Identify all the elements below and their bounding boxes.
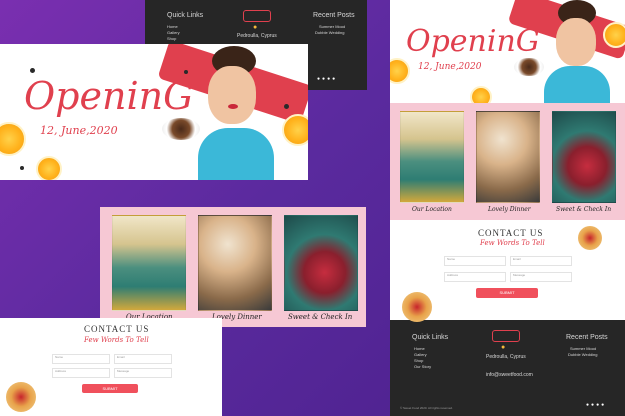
submit-button[interactable]: SUBMIT: [82, 384, 138, 393]
email-field[interactable]: Email: [114, 354, 172, 364]
name-field[interactable]: Name: [444, 256, 506, 266]
photo-our-location[interactable]: [112, 215, 186, 311]
logo: [492, 330, 520, 342]
caption-lovely-dinner: Lovely Dinner: [488, 206, 531, 213]
footer-email[interactable]: info@sweetfood.com: [486, 372, 533, 378]
contact-title: CONTACT US: [84, 324, 150, 334]
recent-posts-title: Recent Posts: [566, 334, 608, 341]
cake-plate: [162, 118, 200, 140]
copyright: © Sweet Food 2020. All rights reserved.: [400, 406, 453, 410]
caption-sweet-check-in: Sweet & Check In: [288, 313, 353, 321]
hero-card-left: OpeninG 12, June,2020: [0, 44, 308, 180]
location-icon: ●: [501, 344, 506, 351]
address-field[interactable]: Address: [444, 272, 506, 282]
submit-button[interactable]: SUBMIT: [476, 288, 538, 298]
quick-link-gallery[interactable]: Gallery: [414, 352, 427, 357]
caption-sweet-check-in: Sweet & Check In: [556, 206, 612, 213]
social-icons: ●●●●: [586, 402, 606, 408]
gallery-section-right: Our Location Lovely Dinner Sweet & Check…: [390, 103, 625, 220]
photo-lovely-dinner[interactable]: [198, 215, 272, 311]
quick-links-title: Quick Links: [412, 334, 449, 341]
contact-subtitle: Few Words To Tell: [480, 239, 545, 247]
footer-address: Pedroulla, Cyprus: [486, 354, 526, 360]
quick-links-title: Quick Links: [167, 12, 204, 19]
orange-slice: [390, 58, 410, 84]
recent-post-item[interactable]: Summer Mood: [319, 24, 345, 29]
berry: [30, 68, 35, 73]
footer-section-right: Quick Links Home Gallery Shop Our Story …: [390, 320, 625, 416]
berry: [184, 70, 188, 74]
photo-sweet-check-in[interactable]: [552, 111, 616, 203]
hero-date: 12, June,2020: [40, 124, 118, 137]
woman-photo: [178, 44, 288, 180]
recent-post-item[interactable]: Dubble Wedding: [568, 352, 598, 357]
logo: [243, 10, 271, 22]
quick-link-shop[interactable]: Shop: [167, 36, 176, 41]
waffle-dessert: [6, 382, 36, 412]
berry: [284, 104, 289, 109]
orange-slice: [282, 114, 308, 146]
recent-posts-title: Recent Posts: [313, 12, 355, 19]
recent-post-item[interactable]: Summer Mood: [570, 346, 596, 351]
woman-photo: [530, 0, 620, 103]
email-field[interactable]: Email: [510, 256, 572, 266]
hero-title: OpeninG: [24, 74, 194, 118]
page-mockup-right: OpeninG 12, June,2020: [390, 0, 625, 103]
hero-title: OpeninG: [406, 24, 540, 59]
quick-link-our-story[interactable]: Our Story: [414, 364, 431, 369]
orange-slice: [0, 122, 26, 156]
address-field[interactable]: Address: [52, 368, 110, 378]
contact-card-left: CONTACT US Few Words To Tell Name Email …: [0, 318, 222, 416]
orange-slice: [470, 86, 492, 103]
quick-link-home[interactable]: Home: [167, 24, 178, 29]
photo-sweet-check-in[interactable]: [284, 215, 358, 311]
quick-link-shop[interactable]: Shop: [414, 358, 423, 363]
hero-date: 12, June,2020: [418, 62, 482, 72]
location-icon: ●: [253, 24, 258, 31]
cake-plate: [514, 58, 544, 76]
photo-lovely-dinner[interactable]: [476, 111, 540, 203]
berry: [20, 166, 24, 170]
name-field[interactable]: Name: [52, 354, 110, 364]
message-field[interactable]: Message: [114, 368, 172, 378]
quick-link-gallery[interactable]: Gallery: [167, 30, 180, 35]
gallery-card-center: Our Location Lovely Dinner Sweet & Check…: [100, 207, 366, 327]
waffle-dessert: [402, 292, 432, 322]
photo-our-location[interactable]: [400, 111, 464, 203]
pinterest-icon[interactable]: ●: [601, 402, 606, 408]
orange-slice: [603, 22, 625, 48]
pinterest-icon[interactable]: ●: [332, 76, 337, 82]
social-icons: ●●●●: [317, 76, 337, 82]
contact-title: CONTACT US: [478, 228, 544, 238]
orange-slice: [36, 156, 62, 180]
footer-address: Pedroulla, Cyprus: [237, 33, 277, 39]
quick-link-home[interactable]: Home: [414, 346, 425, 351]
message-field[interactable]: Message: [510, 272, 572, 282]
recent-post-item[interactable]: Dubble Wedding: [315, 30, 345, 35]
caption-our-location: Our Location: [412, 206, 452, 213]
contact-subtitle: Few Words To Tell: [84, 336, 149, 344]
waffle-dessert: [578, 226, 602, 250]
